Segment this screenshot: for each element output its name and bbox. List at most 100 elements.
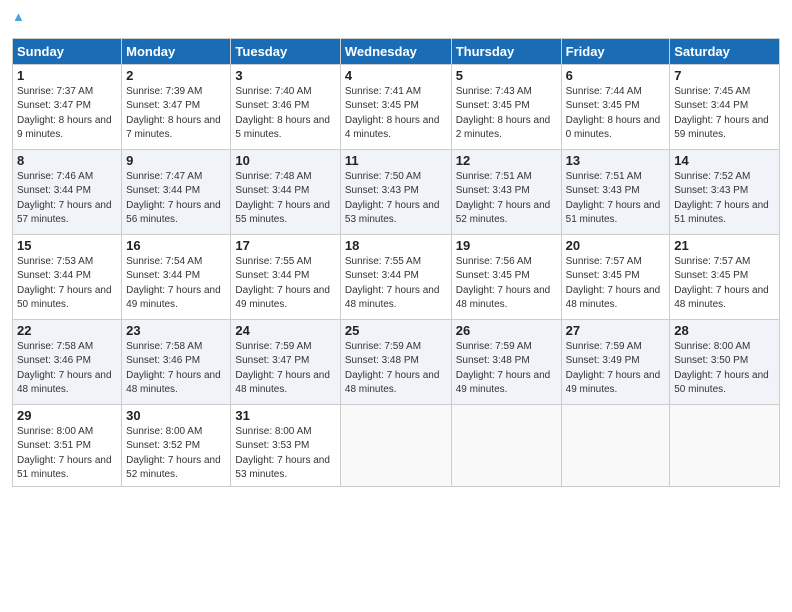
calendar-body: 1 Sunrise: 7:37 AM Sunset: 3:47 PM Dayli… [13,64,780,486]
day-info: Sunrise: 7:59 AM Sunset: 3:48 PM Dayligh… [345,340,447,398]
sunrise-label: Sunrise: 7:37 AM [17,86,93,97]
day-info: Sunrise: 7:57 AM Sunset: 3:45 PM Dayligh… [674,255,775,313]
daylight-label: Daylight: 8 hours and 5 minutes. [235,115,330,141]
day-number: 2 [126,68,226,83]
day-number: 15 [17,238,117,253]
day-cell: 30 Sunrise: 8:00 AM Sunset: 3:52 PM Dayl… [122,404,231,486]
sunset-label: Sunset: 3:44 PM [235,185,309,196]
day-cell: 15 Sunrise: 7:53 AM Sunset: 3:44 PM Dayl… [13,234,122,319]
sunrise-label: Sunrise: 7:55 AM [235,256,311,267]
sunrise-label: Sunrise: 7:59 AM [456,341,532,352]
day-number: 11 [345,153,447,168]
sunrise-label: Sunrise: 7:53 AM [17,256,93,267]
weekday-header: Thursday [451,38,561,64]
sunset-label: Sunset: 3:50 PM [674,355,748,366]
day-cell: 24 Sunrise: 7:59 AM Sunset: 3:47 PM Dayl… [231,319,340,404]
sunset-label: Sunset: 3:43 PM [566,185,640,196]
day-info: Sunrise: 7:59 AM Sunset: 3:49 PM Dayligh… [566,340,666,398]
sunrise-label: Sunrise: 7:54 AM [126,256,202,267]
weekday-header: Sunday [13,38,122,64]
daylight-label: Daylight: 7 hours and 53 minutes. [235,455,330,481]
daylight-label: Daylight: 7 hours and 48 minutes. [345,285,440,311]
weekday-header: Saturday [670,38,780,64]
sunrise-label: Sunrise: 7:41 AM [345,86,421,97]
day-info: Sunrise: 7:46 AM Sunset: 3:44 PM Dayligh… [17,170,117,228]
sunrise-label: Sunrise: 7:44 AM [566,86,642,97]
day-number: 25 [345,323,447,338]
page-container: ▲ SundayMondayTuesdayWednesdayThursdayFr… [0,0,792,497]
day-number: 21 [674,238,775,253]
sunset-label: Sunset: 3:45 PM [566,100,640,111]
day-number: 9 [126,153,226,168]
calendar-week-row: 15 Sunrise: 7:53 AM Sunset: 3:44 PM Dayl… [13,234,780,319]
day-info: Sunrise: 7:44 AM Sunset: 3:45 PM Dayligh… [566,85,666,143]
day-info: Sunrise: 7:51 AM Sunset: 3:43 PM Dayligh… [566,170,666,228]
day-number: 7 [674,68,775,83]
sunset-label: Sunset: 3:49 PM [566,355,640,366]
empty-day-cell [561,404,670,486]
sunset-label: Sunset: 3:43 PM [456,185,530,196]
sunset-label: Sunset: 3:47 PM [17,100,91,111]
day-info: Sunrise: 7:50 AM Sunset: 3:43 PM Dayligh… [345,170,447,228]
day-number: 8 [17,153,117,168]
daylight-label: Daylight: 7 hours and 48 minutes. [235,370,330,396]
day-number: 27 [566,323,666,338]
day-cell: 7 Sunrise: 7:45 AM Sunset: 3:44 PM Dayli… [670,64,780,149]
logo-icon-shape: ▲ [12,9,25,24]
day-cell: 21 Sunrise: 7:57 AM Sunset: 3:45 PM Dayl… [670,234,780,319]
daylight-label: Daylight: 7 hours and 59 minutes. [674,115,769,141]
day-cell: 9 Sunrise: 7:47 AM Sunset: 3:44 PM Dayli… [122,149,231,234]
day-info: Sunrise: 7:43 AM Sunset: 3:45 PM Dayligh… [456,85,557,143]
sunrise-label: Sunrise: 7:59 AM [235,341,311,352]
day-number: 1 [17,68,117,83]
day-info: Sunrise: 7:59 AM Sunset: 3:47 PM Dayligh… [235,340,335,398]
day-cell: 23 Sunrise: 7:58 AM Sunset: 3:46 PM Dayl… [122,319,231,404]
weekday-header: Friday [561,38,670,64]
day-cell: 22 Sunrise: 7:58 AM Sunset: 3:46 PM Dayl… [13,319,122,404]
sunrise-label: Sunrise: 8:00 AM [126,426,202,437]
daylight-label: Daylight: 8 hours and 0 minutes. [566,115,661,141]
sunset-label: Sunset: 3:43 PM [674,185,748,196]
day-info: Sunrise: 8:00 AM Sunset: 3:51 PM Dayligh… [17,425,117,483]
day-number: 12 [456,153,557,168]
sunrise-label: Sunrise: 7:47 AM [126,171,202,182]
day-number: 31 [235,408,335,423]
sunrise-label: Sunrise: 7:52 AM [674,171,750,182]
daylight-label: Daylight: 7 hours and 48 minutes. [456,285,551,311]
day-number: 3 [235,68,335,83]
day-number: 17 [235,238,335,253]
day-cell: 4 Sunrise: 7:41 AM Sunset: 3:45 PM Dayli… [340,64,451,149]
sunset-label: Sunset: 3:44 PM [126,270,200,281]
sunrise-label: Sunrise: 7:40 AM [235,86,311,97]
day-cell: 5 Sunrise: 7:43 AM Sunset: 3:45 PM Dayli… [451,64,561,149]
day-cell: 12 Sunrise: 7:51 AM Sunset: 3:43 PM Dayl… [451,149,561,234]
sunrise-label: Sunrise: 7:59 AM [566,341,642,352]
day-info: Sunrise: 8:00 AM Sunset: 3:52 PM Dayligh… [126,425,226,483]
day-number: 19 [456,238,557,253]
day-number: 10 [235,153,335,168]
daylight-label: Daylight: 7 hours and 51 minutes. [566,200,661,226]
logo: ▲ [12,10,25,30]
daylight-label: Daylight: 7 hours and 53 minutes. [345,200,440,226]
sunset-label: Sunset: 3:47 PM [235,355,309,366]
sunrise-label: Sunrise: 7:48 AM [235,171,311,182]
sunrise-label: Sunrise: 8:00 AM [235,426,311,437]
calendar-week-row: 8 Sunrise: 7:46 AM Sunset: 3:44 PM Dayli… [13,149,780,234]
day-number: 23 [126,323,226,338]
day-cell: 10 Sunrise: 7:48 AM Sunset: 3:44 PM Dayl… [231,149,340,234]
day-info: Sunrise: 7:41 AM Sunset: 3:45 PM Dayligh… [345,85,447,143]
day-number: 6 [566,68,666,83]
page-header: ▲ [12,10,780,30]
sunset-label: Sunset: 3:44 PM [235,270,309,281]
sunrise-label: Sunrise: 7:55 AM [345,256,421,267]
daylight-label: Daylight: 7 hours and 48 minutes. [126,370,221,396]
sunset-label: Sunset: 3:45 PM [456,100,530,111]
daylight-label: Daylight: 7 hours and 48 minutes. [674,285,769,311]
daylight-label: Daylight: 7 hours and 48 minutes. [566,285,661,311]
sunset-label: Sunset: 3:52 PM [126,440,200,451]
sunset-label: Sunset: 3:44 PM [345,270,419,281]
day-cell: 16 Sunrise: 7:54 AM Sunset: 3:44 PM Dayl… [122,234,231,319]
sunrise-label: Sunrise: 7:59 AM [345,341,421,352]
day-info: Sunrise: 7:54 AM Sunset: 3:44 PM Dayligh… [126,255,226,313]
day-info: Sunrise: 7:53 AM Sunset: 3:44 PM Dayligh… [17,255,117,313]
